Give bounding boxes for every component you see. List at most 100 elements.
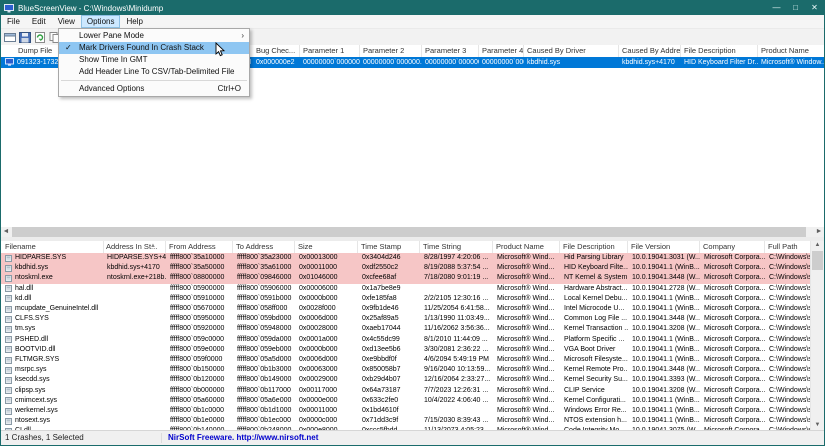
cell-to-address: fffff800`05906000 bbox=[234, 284, 295, 294]
cell-from-address: fffff800`05920000 bbox=[167, 324, 233, 334]
cell-product-name: Microsoft® Wind... bbox=[494, 314, 560, 324]
vertical-scrollbar[interactable]: ▲ ▼ bbox=[810, 241, 824, 430]
horizontal-scrollbar[interactable]: ◄ ► bbox=[1, 227, 824, 237]
cell-from-address: fffff800`0b1e0000 bbox=[167, 416, 233, 426]
maximize-button[interactable]: □ bbox=[786, 1, 805, 15]
cell-filename: kd.dll bbox=[3, 294, 104, 304]
cell-file-description: HID Keyboard Filter Dr... bbox=[681, 57, 758, 68]
cell-size: 0x00063000 bbox=[296, 365, 358, 375]
cell-company: Microsoft Corpora... bbox=[701, 365, 765, 375]
horizontal-scrollbar-thumb[interactable] bbox=[12, 227, 806, 237]
window-icon[interactable] bbox=[4, 32, 16, 43]
col-size[interactable]: Size bbox=[296, 241, 358, 253]
col-time-stamp[interactable]: Time Stamp bbox=[359, 241, 420, 253]
cell-filename: werkernel.sys bbox=[3, 406, 104, 416]
table-row[interactable]: PSHED.dllfffff800`059c0000fffff800`059da… bbox=[1, 335, 811, 345]
table-row[interactable]: kd.dllfffff800`05910000fffff800`0591b000… bbox=[1, 294, 811, 304]
col-parameter-1[interactable]: Parameter 1 bbox=[300, 45, 360, 57]
cell-file-version: 10.0.19041.2728 (W... bbox=[629, 284, 700, 294]
table-row[interactable]: tm.sysfffff800`05920000fffff800`05948000… bbox=[1, 324, 811, 334]
table-row[interactable]: ntoskrnl.exentoskrnl.exe+218b...fffff800… bbox=[1, 273, 811, 283]
table-row[interactable]: HIDPARSE.SYSHIDPARSE.SYS+4cadfffff800`35… bbox=[1, 253, 811, 263]
status-divider bbox=[161, 433, 162, 443]
table-row[interactable]: ntosext.sysfffff800`0b1e0000fffff800`0b1… bbox=[1, 416, 811, 426]
table-row[interactable]: werkernel.sysfffff800`0b1c0000fffff800`0… bbox=[1, 406, 811, 416]
col-caused-by-address[interactable]: Caused By Address bbox=[619, 45, 681, 57]
cell-from-address: fffff800`059e0000 bbox=[167, 345, 233, 355]
cell-time-string: 12/16/2064 2:33:27... bbox=[421, 375, 493, 385]
col-product-name[interactable]: Product Name bbox=[494, 241, 560, 253]
menu-edit[interactable]: Edit bbox=[26, 15, 52, 28]
refresh-icon[interactable] bbox=[34, 32, 46, 43]
cell-full-path: C:\Windows\syste... bbox=[766, 355, 811, 365]
col-from-address[interactable]: From Address bbox=[167, 241, 233, 253]
scroll-down-arrow-icon[interactable]: ▼ bbox=[811, 421, 824, 430]
col-parameter-4[interactable]: Parameter 4 bbox=[479, 45, 524, 57]
cell-file-description: NTOS extension h... bbox=[561, 416, 628, 426]
cell-filename: ntosext.sys bbox=[3, 416, 104, 426]
cell-size: 0x0000b000 bbox=[296, 345, 358, 355]
cell-time-string: 7/7/2023 12:26:31 ... bbox=[421, 386, 493, 396]
cell-from-address: fffff800`05900000 bbox=[167, 284, 233, 294]
col-bug-chec[interactable]: Bug Chec... bbox=[253, 45, 300, 57]
table-row[interactable]: clipsp.sysfffff800`0b000000fffff800`0b11… bbox=[1, 386, 811, 396]
menu-help[interactable]: Help bbox=[120, 15, 148, 28]
col-file-version[interactable]: File Version bbox=[629, 241, 700, 253]
scroll-up-arrow-icon[interactable]: ▲ bbox=[811, 241, 824, 250]
menu-file[interactable]: File bbox=[1, 15, 26, 28]
cell-file-version: 10.0.19041.1 (WinB... bbox=[629, 396, 700, 406]
cell-filename: cmimcext.sys bbox=[3, 396, 104, 406]
cell-company: Microsoft Corpora... bbox=[701, 294, 765, 304]
cell-time-stamp: 0x25af89a5 bbox=[359, 314, 420, 324]
cell-file-description: CLIP Service bbox=[561, 386, 628, 396]
cell-file-description: Platform Specific ... bbox=[561, 335, 628, 345]
col-file-description[interactable]: File Description bbox=[561, 241, 628, 253]
table-row[interactable]: cmimcext.sysfffff800`05a60000fffff800`05… bbox=[1, 396, 811, 406]
table-row[interactable]: BOOTVID.dllfffff800`059e0000fffff800`059… bbox=[1, 345, 811, 355]
table-row[interactable]: mcupdate_GenuineIntel.dllfffff800`056700… bbox=[1, 304, 811, 314]
menu-options[interactable]: Options bbox=[81, 15, 121, 28]
cell-address-in-stack bbox=[104, 386, 166, 396]
cell-full-path: C:\Windows\syste... bbox=[766, 314, 811, 324]
col-product-name[interactable]: Product Name bbox=[758, 45, 825, 57]
save-icon[interactable] bbox=[19, 32, 31, 43]
cell-address-in-stack bbox=[104, 294, 166, 304]
close-button[interactable]: ✕ bbox=[805, 1, 824, 15]
col-filename[interactable]: Filename bbox=[3, 241, 104, 253]
menu-item-add-header-line-to-csv-tab-delimited-file[interactable]: Add Header Line To CSV/Tab-Delimited Fil… bbox=[59, 66, 249, 78]
minimize-button[interactable]: — bbox=[767, 1, 786, 15]
cell-company: Microsoft Corpora... bbox=[701, 273, 765, 283]
cell-filename: msrpc.sys bbox=[3, 365, 104, 375]
scroll-right-arrow-icon[interactable]: ► bbox=[814, 227, 824, 237]
col-company[interactable]: Company bbox=[701, 241, 765, 253]
cell-address-in-stack: HIDPARSE.SYS+4cad bbox=[104, 253, 166, 263]
table-row[interactable]: msrpc.sysfffff800`0b150000fffff800`0b1b3… bbox=[1, 365, 811, 375]
col-time-string[interactable]: Time String bbox=[421, 241, 493, 253]
scroll-left-arrow-icon[interactable]: ◄ bbox=[1, 227, 11, 237]
col-file-description[interactable]: File Description bbox=[681, 45, 758, 57]
cell-product-name: Microsoft® Wind... bbox=[494, 375, 560, 385]
vertical-scrollbar-thumb[interactable] bbox=[812, 251, 823, 270]
col-caused-by-driver[interactable]: Caused By Driver bbox=[524, 45, 619, 57]
table-row[interactable]: ksecdd.sysfffff800`0b120000fffff800`0b14… bbox=[1, 375, 811, 385]
cell-time-stamp: 0xcfee68af bbox=[359, 273, 420, 283]
menu-item-advanced-options[interactable]: Advanced OptionsCtrl+O bbox=[59, 83, 249, 95]
cell-time-stamp: 0x633c2fe0 bbox=[359, 396, 420, 406]
window-title: BlueScreenView - C:\Windows\Minidump bbox=[18, 4, 767, 13]
col-parameter-3[interactable]: Parameter 3 bbox=[422, 45, 479, 57]
menu-view[interactable]: View bbox=[52, 15, 81, 28]
menu-item-lower-pane-mode[interactable]: Lower Pane Mode› bbox=[59, 30, 249, 42]
table-row[interactable]: CLFS.SYSfffff800`05950000fffff800`059bd0… bbox=[1, 314, 811, 324]
table-row[interactable]: hal.dllfffff800`05900000fffff800`0590600… bbox=[1, 284, 811, 294]
cell-address-in-stack bbox=[104, 335, 166, 345]
table-row[interactable]: FLTMGR.SYSfffff800`059f0000fffff800`05a5… bbox=[1, 355, 811, 365]
col-full-path[interactable]: Full Path bbox=[766, 241, 812, 253]
cell-product-name: Microsoft® Wind... bbox=[494, 416, 560, 426]
col-to-address[interactable]: To Address bbox=[234, 241, 295, 253]
cell-time-stamp: 0x71dd3c9f bbox=[359, 416, 420, 426]
col-parameter-2[interactable]: Parameter 2 bbox=[360, 45, 422, 57]
col-address-in-st[interactable]: Address In St...▲ bbox=[104, 241, 166, 253]
cell-size: 0x0000e000 bbox=[296, 396, 358, 406]
nirsoft-link[interactable]: NirSoft Freeware. http://www.nirsoft.net bbox=[168, 431, 318, 445]
table-row[interactable]: kbdhid.syskbdhid.sys+4170fffff800`35a500… bbox=[1, 263, 811, 273]
